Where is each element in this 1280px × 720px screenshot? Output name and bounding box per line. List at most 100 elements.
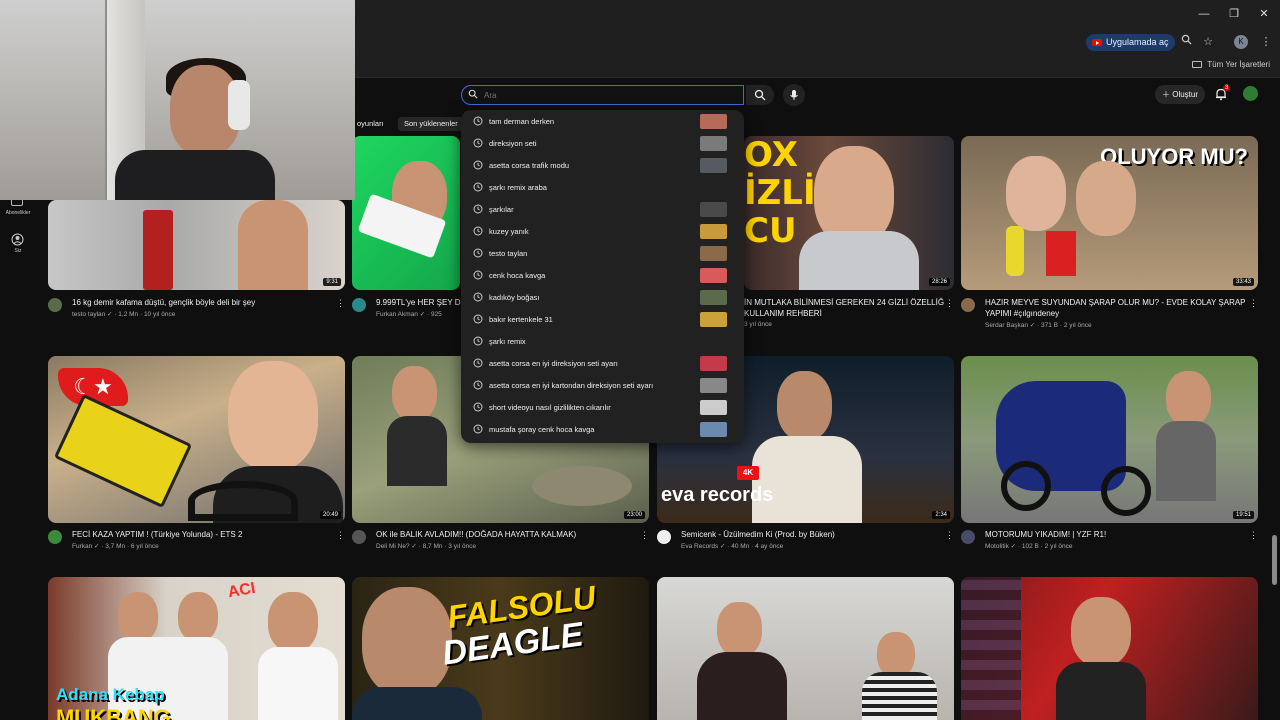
search-button[interactable] xyxy=(746,85,774,105)
browser-menu-icon[interactable]: ⋮ xyxy=(1258,34,1274,50)
search-suggestion[interactable]: şarkılar xyxy=(461,198,744,220)
search-suggestion[interactable]: asetta corsa en iyi direksiyon seti ayar… xyxy=(461,352,744,374)
history-icon xyxy=(473,182,483,192)
minimize-icon[interactable]: — xyxy=(1196,6,1212,22)
video-thumbnail[interactable]: ACI Adana Kebap MUKBANG xyxy=(48,577,345,720)
video-title[interactable]: FECİ KAZA YAPTIM ! (Türkiye Yolunda) - E… xyxy=(72,529,332,540)
more-options-icon[interactable]: ⋮ xyxy=(336,298,345,309)
channel-avatar[interactable] xyxy=(48,298,62,312)
close-icon[interactable]: ✕ xyxy=(1256,6,1272,22)
video-title[interactable]: HAZIR MEYVE SUYUNDAN ŞARAP OLUR MU? - EV… xyxy=(985,297,1250,308)
video-thumbnail[interactable]: FALSOLU DEAGLE xyxy=(352,577,649,720)
history-icon xyxy=(473,226,483,236)
search-suggestion[interactable]: asetta corsa trafik modu xyxy=(461,154,744,176)
restore-icon[interactable]: ❐ xyxy=(1226,6,1242,22)
browser-profile-avatar[interactable]: K xyxy=(1234,35,1248,49)
search-suggestion[interactable]: şarkı remix araba xyxy=(461,176,744,198)
zoom-icon[interactable] xyxy=(1178,34,1194,50)
channel-avatar[interactable] xyxy=(961,298,975,312)
more-options-icon[interactable]: ⋮ xyxy=(945,530,954,541)
more-options-icon[interactable]: ⋮ xyxy=(1249,298,1258,309)
video-title[interactable]: Semicenk - Üzülmedim Ki (Prod. by Büken) xyxy=(681,529,941,540)
video-meta: Motolitik ✓ · 102 B · 2 yıl önce xyxy=(985,543,1073,550)
video-thumbnail[interactable]: OX İZLİ CU 28:26 xyxy=(744,136,954,290)
more-options-icon[interactable]: ⋮ xyxy=(336,530,345,541)
suggestion-thumbnail xyxy=(700,202,727,217)
thumb-text: ACI xyxy=(226,579,257,602)
sidebar-item-subscriptions[interactable]: Abonelikler xyxy=(0,210,36,216)
suggestion-thumbnail xyxy=(700,158,727,173)
video-title-line2[interactable]: YAPIMI #çılgındeney xyxy=(985,308,1250,319)
chip-recently-uploaded[interactable]: Son yüklenenler xyxy=(398,117,464,131)
video-meta: Eva Records ✓ · 40 Mn · 4 ay önce xyxy=(681,543,784,550)
channel-name[interactable]: Serdar Başkan xyxy=(985,322,1028,329)
channel-avatar[interactable] xyxy=(657,530,671,544)
search-suggestion[interactable]: cenk hoca kavga xyxy=(461,264,744,286)
view-count: 102 B xyxy=(1021,543,1039,550)
suggestion-text: cenk hoca kavga xyxy=(489,270,546,280)
channel-name[interactable]: Eva Records xyxy=(681,543,718,550)
search-suggestion[interactable]: asetta corsa en iyi kartondan direksiyon… xyxy=(461,374,744,396)
chip-games[interactable]: oyunları xyxy=(355,117,390,131)
suggestion-text: şarkılar xyxy=(489,204,514,214)
bookmark-star-icon[interactable]: ☆ xyxy=(1200,34,1216,50)
more-options-icon[interactable]: ⋮ xyxy=(640,530,649,541)
upload-age: 6 yıl önce xyxy=(130,543,159,550)
create-button[interactable]: ＋ Oluştur xyxy=(1155,85,1205,104)
more-options-icon[interactable]: ⋮ xyxy=(945,298,954,309)
channel-name[interactable]: Furkan xyxy=(72,543,92,550)
voice-search-button[interactable] xyxy=(783,84,805,106)
sidebar-item-you[interactable]: Siz xyxy=(0,248,36,254)
video-thumbnail[interactable]: 9:31 xyxy=(48,200,345,290)
upload-age: 2 yıl önce xyxy=(1063,322,1092,329)
thumb-text: eva records xyxy=(661,484,774,506)
channel-name[interactable]: testo taylan xyxy=(72,311,105,318)
open-in-app-label: Uygulamada aç xyxy=(1106,37,1169,47)
channel-avatar[interactable] xyxy=(961,530,975,544)
video-thumbnail[interactable]: OLUYOR MU? 33:43 xyxy=(961,136,1258,290)
channel-name[interactable]: Furkan Akman xyxy=(376,311,418,318)
video-thumbnail[interactable]: 19:51 xyxy=(961,356,1258,523)
history-icon xyxy=(473,402,483,412)
channel-avatar[interactable] xyxy=(352,298,366,312)
search-suggestion[interactable]: şarkı remix xyxy=(461,330,744,352)
video-title[interactable]: İN MUTLAKA BİLİNMESİ GEREKEN 24 GİZLİ ÖZ… xyxy=(744,297,944,308)
video-title[interactable]: OK ile BALIK AVLADIM!! (DOĞADA HAYATTA K… xyxy=(376,529,636,540)
search-suggestion[interactable]: mustafa şoray cenk hoca kavga xyxy=(461,418,744,440)
all-bookmarks-button[interactable]: Tüm Yer İşaretleri xyxy=(1192,60,1270,69)
video-thumbnail[interactable] xyxy=(961,577,1258,720)
video-title[interactable]: MOTORUMU YIKADIM! | YZF R1! xyxy=(985,529,1245,540)
search-suggestion[interactable]: bakır kertenkele 31 xyxy=(461,308,744,330)
suggestion-text: kuzey yanık xyxy=(489,226,529,236)
video-title-line2[interactable]: KULLANIM REHBERİ xyxy=(744,308,944,319)
channel-name[interactable]: Deli Mi Ne? xyxy=(376,543,410,550)
channel-name[interactable]: Motolitik xyxy=(985,543,1009,550)
search-box[interactable] xyxy=(461,85,744,105)
video-thumbnail[interactable]: ☾★ 20:49 xyxy=(48,356,345,523)
history-icon xyxy=(473,292,483,302)
open-in-app-button[interactable]: Uygulamada aç xyxy=(1086,34,1175,51)
search-suggestion[interactable]: direksiyon seti xyxy=(461,132,744,154)
plus-icon: ＋ xyxy=(1161,90,1170,99)
search-suggestion[interactable]: testo taylan xyxy=(461,242,744,264)
page-scrollbar[interactable] xyxy=(1272,535,1277,585)
search-suggestion[interactable]: short videoyu nasıl gizlilikten cıkarılı… xyxy=(461,396,744,418)
search-input[interactable] xyxy=(484,90,724,100)
channel-avatar[interactable] xyxy=(352,530,366,544)
video-duration: 23:00 xyxy=(623,511,645,519)
search-suggestion[interactable]: kadıköy boğası xyxy=(461,286,744,308)
you-icon[interactable] xyxy=(11,233,24,246)
history-icon xyxy=(473,380,483,390)
account-avatar[interactable] xyxy=(1243,86,1258,101)
more-options-icon[interactable]: ⋮ xyxy=(1249,530,1258,541)
channel-avatar[interactable] xyxy=(48,530,62,544)
search-suggestion[interactable]: tam derman derken xyxy=(461,110,744,132)
microphone-icon xyxy=(790,90,798,100)
search-suggestion[interactable]: kuzey yanık xyxy=(461,220,744,242)
suggestion-text: bakır kertenkele 31 xyxy=(489,314,553,324)
video-title[interactable]: 9.999TL'ye HER ŞEY DA xyxy=(376,297,460,308)
video-title[interactable]: 16 kg demir kafama düştü, gençlik böyle … xyxy=(72,297,332,308)
view-count: 3,7 Mn xyxy=(105,543,126,550)
video-thumbnail[interactable] xyxy=(352,136,460,290)
video-thumbnail[interactable] xyxy=(657,577,954,720)
